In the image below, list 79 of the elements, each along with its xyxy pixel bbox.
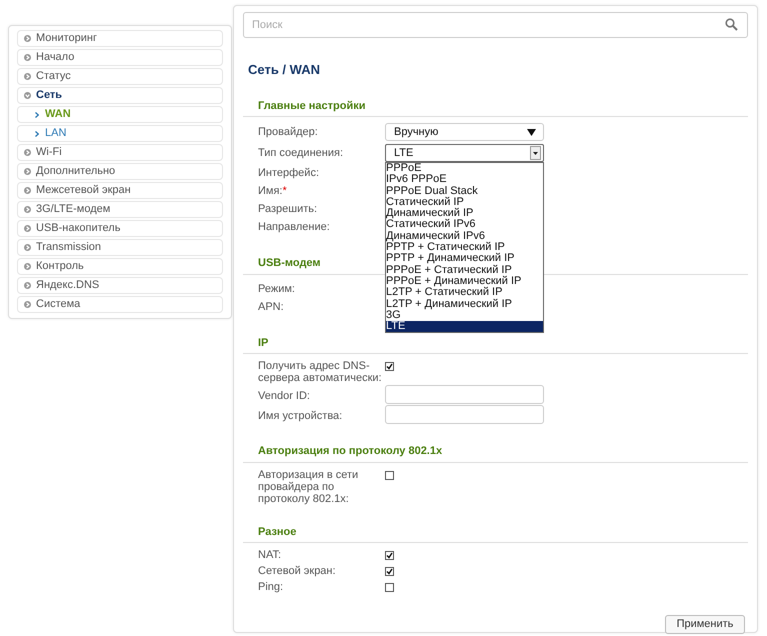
dropdown-option[interactable]: Динамический IP bbox=[386, 208, 543, 220]
dropdown-option[interactable]: L2TP + Динамический IP bbox=[386, 298, 543, 310]
field-label: APN: bbox=[258, 300, 285, 314]
page-title: Сеть / WAN bbox=[247, 61, 321, 79]
checkbox[interactable] bbox=[385, 583, 394, 592]
sidebar-item[interactable]: Межсетевой экран bbox=[17, 182, 223, 199]
expand-icon bbox=[24, 282, 31, 289]
input-field[interactable] bbox=[385, 385, 544, 404]
checkbox[interactable] bbox=[385, 362, 394, 371]
expand-icon bbox=[24, 301, 31, 308]
input-field[interactable] bbox=[385, 405, 544, 424]
section-heading: IP bbox=[257, 336, 268, 348]
search-field[interactable]: Поиск bbox=[243, 12, 748, 38]
sidebar-subitem[interactable]: LAN bbox=[17, 125, 223, 142]
sidebar-item[interactable]: Wi-Fi bbox=[17, 144, 223, 161]
field-label: Режим: bbox=[258, 282, 296, 296]
search-icon bbox=[725, 18, 738, 31]
expand-icon bbox=[24, 168, 31, 175]
field-label: NAT: bbox=[258, 549, 282, 561]
collapse-icon bbox=[24, 92, 31, 99]
field-label: Провайдер: bbox=[258, 125, 319, 140]
field-label: Имя устройства: bbox=[258, 409, 344, 424]
expand-icon bbox=[24, 54, 31, 61]
checkbox[interactable] bbox=[385, 551, 394, 560]
sidebar-item[interactable]: Transmission bbox=[17, 239, 223, 256]
required-mark: * bbox=[282, 185, 287, 197]
field-label: Vendor ID: bbox=[258, 389, 311, 404]
sidebar-item[interactable]: Яндекс.DNS bbox=[17, 277, 223, 294]
sidebar-item[interactable]: Мониторинг bbox=[17, 30, 223, 47]
select-field[interactable]: Вручную bbox=[385, 123, 544, 141]
select-field[interactable]: LTE bbox=[385, 144, 544, 162]
dropdown-option[interactable]: PPPoE Dual Stack bbox=[386, 186, 543, 197]
section-heading: Авторизация по протоколу 802.1x bbox=[257, 445, 442, 457]
expand-icon bbox=[24, 225, 31, 232]
sidebar-item[interactable]: Сеть bbox=[17, 87, 223, 104]
sidebar-item[interactable]: Система bbox=[17, 296, 223, 313]
field-label: Тип соединения: bbox=[258, 146, 344, 161]
dropdown-option[interactable]: Статический IPv6 bbox=[386, 219, 543, 231]
apply-button[interactable]: Применить bbox=[665, 615, 745, 634]
dropdown-option[interactable]: PPTP + Статический IP bbox=[386, 242, 543, 254]
chevron-icon bbox=[35, 130, 39, 136]
field-label: Направление: bbox=[258, 221, 331, 235]
sidebar-item[interactable]: USB-накопитель bbox=[17, 220, 223, 237]
section-heading: Разное bbox=[257, 526, 296, 538]
field-label: Авторизация в сети провайдера по протоколу 802.1x: bbox=[258, 468, 360, 504]
dropdown-option[interactable]: 3G bbox=[386, 310, 543, 322]
expand-icon bbox=[24, 206, 31, 213]
dropdown-option[interactable]: PPTP + Динамический IP bbox=[386, 253, 543, 265]
field-label: Разрешить: bbox=[258, 203, 318, 217]
expand-icon bbox=[24, 35, 31, 42]
dropdown-option[interactable]: PPPoE + Статический IP bbox=[386, 264, 543, 276]
expand-icon bbox=[24, 149, 31, 156]
expand-icon bbox=[24, 73, 31, 80]
expand-icon bbox=[24, 187, 31, 194]
field-label: Ping: bbox=[258, 581, 284, 593]
dropdown-option[interactable]: Динамический IPv6 bbox=[386, 230, 543, 242]
dropdown-arrow-icon bbox=[527, 128, 536, 136]
checkbox[interactable] bbox=[385, 470, 394, 480]
sidebar-item[interactable]: Статус bbox=[17, 68, 223, 85]
chevron-icon bbox=[35, 112, 39, 118]
dropdown-option[interactable]: PPPoE + Динамический IP bbox=[386, 276, 543, 288]
checkbox[interactable] bbox=[385, 567, 394, 576]
sidebar-item[interactable]: Начало bbox=[17, 49, 223, 66]
field-label: Интерфейс: bbox=[258, 167, 320, 181]
expand-icon bbox=[24, 263, 31, 270]
dropdown-option[interactable]: Статический IP bbox=[386, 196, 543, 208]
sidebar-item[interactable]: 3G/LTE-модем bbox=[17, 201, 223, 218]
field-label: Сетевой экран: bbox=[258, 565, 337, 577]
sidebar-item[interactable]: Дополнительно bbox=[17, 163, 223, 180]
field-label: Получить адрес DNS-сервера автоматически: bbox=[258, 360, 383, 384]
field-label: Имя:* bbox=[258, 185, 288, 199]
dropdown-option[interactable]: L2TP + Статический IP bbox=[386, 287, 543, 299]
dropdown-option[interactable]: LTE bbox=[386, 321, 543, 332]
dropdown-option[interactable]: PPPoE bbox=[386, 163, 543, 174]
expand-icon bbox=[24, 244, 31, 251]
dropdown-option[interactable]: IPv6 PPPoE bbox=[386, 174, 543, 186]
section-heading: Главные настройки bbox=[257, 100, 366, 112]
sidebar-item[interactable]: Контроль bbox=[17, 258, 223, 275]
section-heading: USB-модем bbox=[257, 257, 321, 269]
